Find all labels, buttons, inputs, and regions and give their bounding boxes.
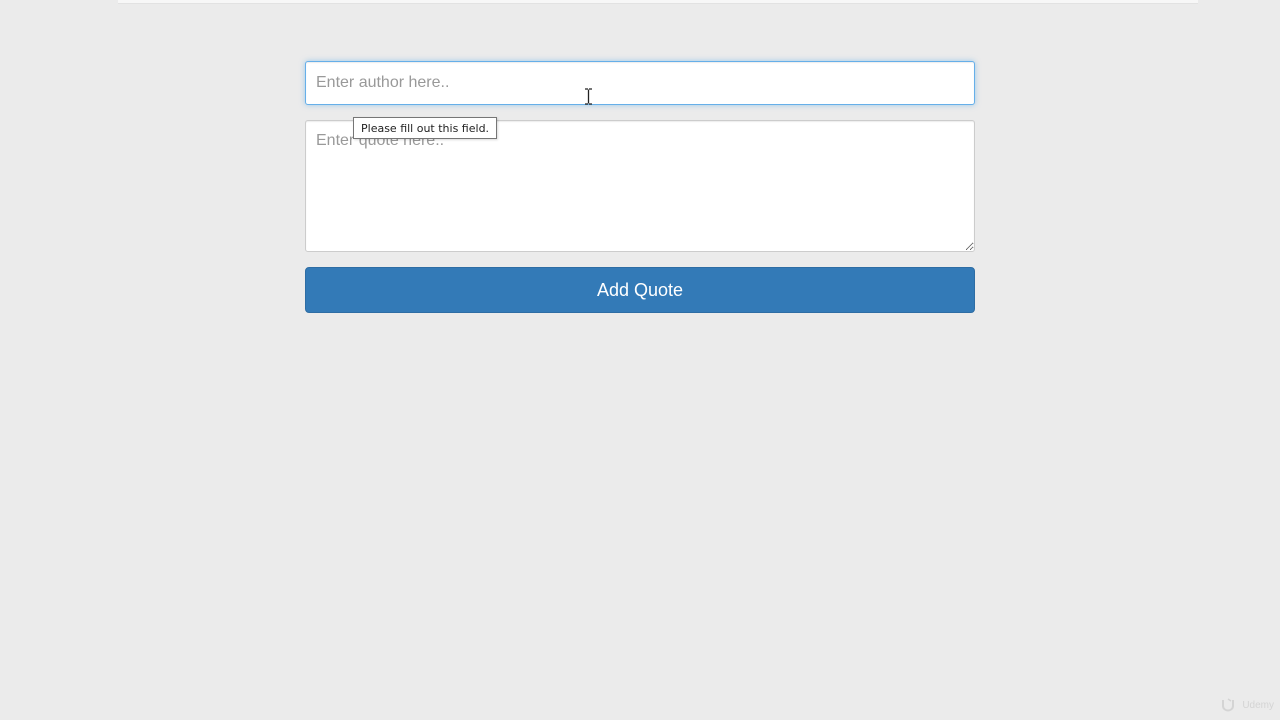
quote-textarea[interactable] [305, 120, 975, 252]
validation-tooltip: Please fill out this field. [353, 117, 498, 139]
add-quote-form: Add Quote [305, 61, 975, 313]
text-cursor-icon [585, 88, 592, 105]
author-input[interactable] [305, 61, 975, 105]
browser-top-edge [118, 0, 1198, 4]
udemy-watermark: Udemy [1221, 698, 1274, 712]
udemy-logo-icon [1222, 698, 1235, 712]
watermark-text: Udemy [1242, 699, 1274, 711]
add-quote-button[interactable]: Add Quote [305, 267, 975, 313]
